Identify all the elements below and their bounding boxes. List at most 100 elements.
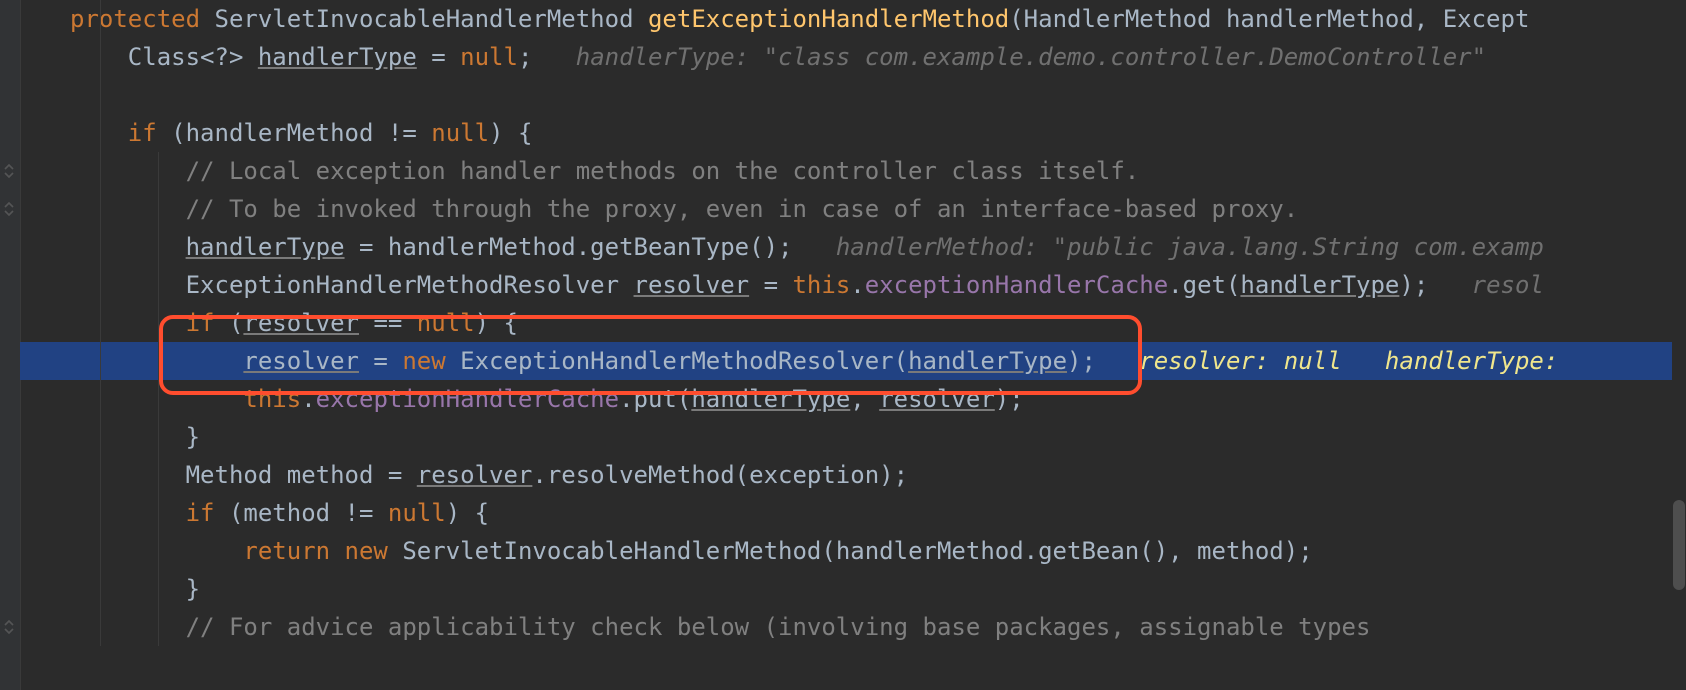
override-icon[interactable] [2, 164, 16, 178]
token-kw: null [460, 43, 518, 71]
token-kw: if [128, 119, 171, 147]
token-kw: new [402, 347, 460, 375]
indent-guide [100, 380, 101, 418]
token-type: ) { [446, 499, 489, 527]
code-line[interactable]: if (method != null) { [20, 494, 1672, 532]
token-mut2: handlerType [186, 233, 345, 261]
token-type: .resolveMethod(exception); [532, 461, 908, 489]
scrollbar-track[interactable] [1672, 0, 1686, 690]
gutter [0, 0, 21, 690]
indent-guide [100, 608, 101, 646]
code-line[interactable]: resolver = new ExceptionHandlerMethodRes… [20, 342, 1672, 380]
token-mut2: resolver [634, 271, 750, 299]
indent-guide [100, 228, 101, 266]
code-line[interactable]: ExceptionHandlerMethodResolver resolver … [20, 266, 1672, 304]
token-type: ( [229, 309, 243, 337]
token-type: } [70, 423, 200, 451]
token-mut2: resolver [879, 385, 995, 413]
token-kw: null [431, 119, 489, 147]
token-mut2: handlerType [258, 43, 417, 71]
indent-guide [100, 0, 101, 38]
token-type: (method != [229, 499, 388, 527]
indent-guide [158, 418, 159, 456]
code-line[interactable]: this.exceptionHandlerCache.put(handlerTy… [20, 380, 1672, 418]
code-line[interactable]: } [20, 418, 1672, 456]
token-kw: null [417, 309, 475, 337]
code-line[interactable]: if (handlerMethod != null) { [20, 114, 1672, 152]
token-type: = [417, 43, 460, 71]
token-kw: this [792, 271, 850, 299]
indent-guide [158, 190, 159, 228]
token-type [70, 119, 128, 147]
token-inline-hint: handlerType: "class com.example.demo.con… [576, 43, 1486, 71]
token-type: Class<?> [70, 43, 258, 71]
token-method-decl: getExceptionHandlerMethod [648, 5, 1009, 33]
code-line[interactable]: // For advice applicability check below … [20, 608, 1672, 646]
token-type: .get( [1168, 271, 1240, 299]
token-cmt: // To be invoked through the proxy, even… [186, 195, 1299, 223]
indent-guide [158, 570, 159, 608]
indent-guide [158, 152, 159, 190]
token-inline-hint: handlerMethod: "public java.lang.String … [836, 233, 1544, 261]
indent-guide [158, 494, 159, 532]
code-line[interactable]: return new ServletInvocableHandlerMethod… [20, 532, 1672, 570]
indent-guide [100, 38, 101, 76]
token-type: . [850, 271, 864, 299]
token-mut2: resolver [243, 347, 359, 375]
token-type [70, 195, 186, 223]
token-type: = [359, 347, 402, 375]
indent-guide [100, 532, 101, 570]
token-type: ) { [475, 309, 518, 337]
indent-guide [100, 152, 101, 190]
code-line[interactable]: protected ServletInvocableHandlerMethod … [20, 0, 1672, 38]
token-type [70, 613, 186, 641]
token-type: == [359, 309, 417, 337]
code-line[interactable]: if (resolver == null) { [20, 304, 1672, 342]
token-kw: null [388, 499, 446, 527]
code-line[interactable]: Method method = resolver.resolveMethod(e… [20, 456, 1672, 494]
token-type: .put( [619, 385, 691, 413]
token-kw: if [186, 309, 229, 337]
token-type: (handlerMethod != [171, 119, 431, 147]
token-mut2: resolver [243, 309, 359, 337]
token-type: . [301, 385, 315, 413]
token-cmt: // For advice applicability check below … [186, 613, 1371, 641]
token-type: = handlerMethod.getBeanType(); [345, 233, 836, 261]
token-type: ServletInvocableHandlerMethod [215, 5, 648, 33]
token-kw: protected [70, 5, 215, 33]
code-line[interactable]: // To be invoked through the proxy, even… [20, 190, 1672, 228]
token-mut2: handlerType [908, 347, 1067, 375]
indent-guide [100, 114, 101, 152]
indent-guide [158, 456, 159, 494]
token-type [70, 347, 243, 375]
token-type: ExceptionHandlerMethodResolver [70, 271, 634, 299]
override-icon[interactable] [2, 202, 16, 216]
indent-guide [158, 266, 159, 304]
token-type: ) { [489, 119, 532, 147]
token-field: exceptionHandlerCache [316, 385, 619, 413]
token-type: ServletInvocableHandlerMethod(handlerMet… [402, 537, 1312, 565]
indent-guide [100, 570, 101, 608]
token-type [70, 499, 186, 527]
token-type: ExceptionHandlerMethodResolver( [460, 347, 908, 375]
code-lines[interactable]: protected ServletInvocableHandlerMethod … [20, 0, 1672, 646]
scrollbar-thumb[interactable] [1673, 500, 1685, 590]
code-line[interactable] [20, 76, 1672, 114]
token-type [70, 537, 243, 565]
token-type [70, 81, 84, 109]
token-mut2: handlerType [691, 385, 850, 413]
code-line[interactable]: handlerType = handlerMethod.getBeanType(… [20, 228, 1672, 266]
token-type [70, 309, 186, 337]
code-line[interactable]: // Local exception handler methods on th… [20, 152, 1672, 190]
token-type: , [850, 385, 879, 413]
code-line[interactable]: } [20, 570, 1672, 608]
token-kw: return new [243, 537, 402, 565]
token-type: Method method = [70, 461, 417, 489]
indent-guide [158, 342, 159, 380]
token-type: ; [518, 43, 576, 71]
override-icon[interactable] [2, 620, 16, 634]
indent-guide [100, 456, 101, 494]
code-editor[interactable]: protected ServletInvocableHandlerMethod … [0, 0, 1686, 690]
indent-guide [100, 190, 101, 228]
code-line[interactable]: Class<?> handlerType = null; handlerType… [20, 38, 1672, 76]
